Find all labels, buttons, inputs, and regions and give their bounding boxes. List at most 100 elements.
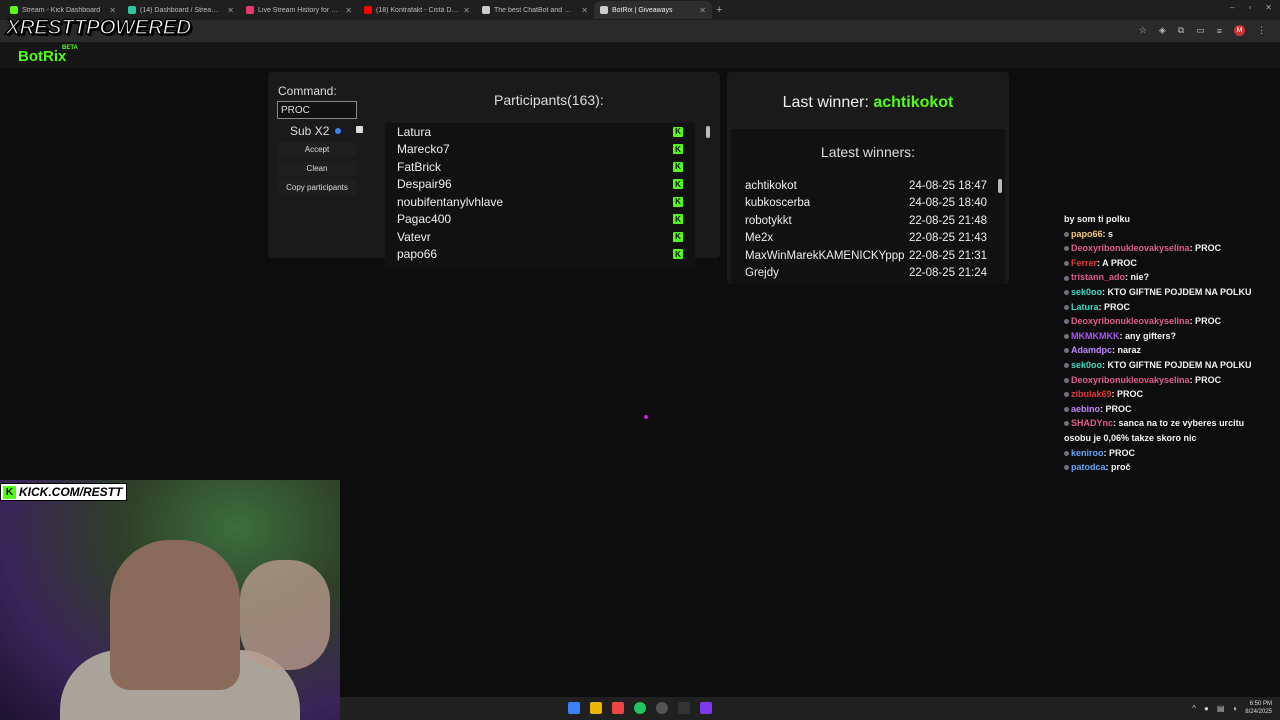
sidebar-icon[interactable]: ▭: [1196, 25, 1205, 36]
browser-tab-bar: Stream - Kick Dashboard ✕ (14) Dashboard /…: [0, 0, 1280, 20]
tab-close-icon[interactable]: ✕: [345, 6, 352, 15]
winner-name: kubkoscerba: [745, 197, 811, 210]
command-input[interactable]: [277, 101, 357, 119]
browser-tab[interactable]: BotRix | Giveaways ✕: [594, 1, 712, 19]
winner-date: 24-08-25 18:40: [908, 197, 987, 210]
tab-close-icon[interactable]: ✕: [463, 6, 470, 15]
profile-avatar[interactable]: M: [1234, 25, 1245, 36]
kick-platform-icon: K: [673, 214, 683, 225]
brave-browser-icon[interactable]: [612, 702, 624, 714]
info-icon[interactable]: [335, 128, 342, 134]
tab-close-icon[interactable]: ✕: [699, 6, 706, 15]
file-explorer-icon[interactable]: [590, 702, 602, 714]
chat-username: zibulak69: [1071, 389, 1112, 400]
chat-message: Latura: PROC: [1064, 300, 1278, 315]
streamer-head: [110, 540, 240, 690]
puzzle-icon[interactable]: ⧉: [1178, 25, 1184, 36]
winners-panel: Last winner: achtikokot Latest winners: …: [727, 72, 1009, 284]
winner-name: Grejdy: [745, 267, 779, 280]
chat-badge-icon: [1064, 319, 1069, 325]
chrome-icon[interactable]: [634, 702, 646, 714]
stream-watermark: XRESTTPOWERED: [5, 15, 192, 40]
chevron-up-icon[interactable]: ^: [1192, 704, 1196, 713]
participant-row[interactable]: Pagac400 K: [385, 211, 695, 229]
winners-scrollbar[interactable]: [998, 179, 1002, 193]
new-tab-button[interactable]: +: [716, 4, 722, 16]
mic-icon[interactable]: ●: [1204, 704, 1209, 713]
winner-row: robotykkt 22-08-25 21:48: [745, 212, 987, 230]
browser-tab[interactable]: (18) Kontrafakt - Čistá Duša pr ✕: [358, 1, 476, 19]
tab-close-icon[interactable]: ✕: [109, 6, 116, 15]
chat-badge-icon: [1064, 275, 1069, 281]
participants-title: Participants(163):: [494, 92, 604, 108]
extension-icon[interactable]: ◈: [1159, 25, 1166, 36]
winner-date: 22-08-25 21:43: [908, 232, 987, 245]
tab-close-icon[interactable]: ✕: [227, 6, 234, 15]
participants-scrollbar[interactable]: [706, 126, 710, 138]
winner-row: Me2x 22-08-25 21:43: [745, 230, 987, 248]
terminal-icon[interactable]: [678, 702, 690, 714]
participant-row[interactable]: papo66 K: [385, 246, 695, 264]
media-icon[interactable]: ≡: [1217, 26, 1222, 36]
network-icon[interactable]: ▤: [1217, 704, 1225, 713]
streamer-hand: [240, 560, 330, 670]
participant-name: Latura: [397, 124, 432, 139]
windows-start-icon[interactable]: [568, 702, 580, 714]
chat-message: keniroo: PROC: [1064, 446, 1278, 461]
menu-dots-icon[interactable]: ⋮: [1257, 25, 1266, 36]
participant-row[interactable]: Despair96 K: [385, 176, 695, 194]
chat-text: by som ti polku: [1064, 214, 1131, 224]
chat-message: SHADYnc: sanca na to ze vyberes urcitu: [1064, 416, 1278, 431]
kick-platform-icon: K: [673, 161, 683, 172]
volume-icon[interactable]: ◖: [1232, 704, 1237, 713]
kick-platform-icon: K: [673, 196, 683, 207]
tab-title: Stream - Kick Dashboard: [22, 6, 101, 14]
clean-button[interactable]: Clean: [278, 161, 356, 176]
latest-winners-title: Latest winners:: [820, 144, 916, 160]
bookmark-star-icon[interactable]: ☆: [1139, 25, 1147, 36]
sub-x2-checkbox[interactable]: [356, 126, 363, 133]
participant-row[interactable]: FatBrick K: [385, 158, 695, 176]
system-clock[interactable]: 6:50 PM 8/24/2025: [1245, 700, 1272, 716]
app-icon[interactable]: [700, 702, 712, 714]
participant-row[interactable]: noubifentanylvhlave K: [385, 193, 695, 211]
winner-name: Me2x: [745, 232, 774, 245]
botrix-logo[interactable]: BotRix: [18, 48, 66, 65]
accept-button[interactable]: Accept: [278, 142, 356, 157]
browser-tab[interactable]: Live Stream History for Blerp St✕: [240, 1, 358, 19]
participant-name: Marecko7: [397, 142, 450, 157]
tab-favicon-icon: [600, 6, 608, 14]
chat-text: : PROC: [1189, 374, 1222, 385]
close-window-button[interactable]: ✕: [1265, 3, 1272, 12]
chat-text: : PROC: [1189, 243, 1222, 254]
command-label: Command:: [278, 84, 337, 98]
chat-message: by som ti polku: [1064, 212, 1278, 227]
chat-text: : any gifters?: [1119, 330, 1177, 341]
window-controls: – ▫ ✕: [1230, 3, 1272, 12]
chat-message: zibulak69: PROC: [1064, 387, 1278, 402]
chat-badge-icon: [1064, 246, 1069, 252]
obs-icon[interactable]: [656, 702, 668, 714]
tab-title: The best ChatBot and Widgets: [494, 6, 577, 14]
chat-text: : s: [1102, 228, 1114, 239]
participant-row[interactable]: Latura K: [385, 123, 695, 141]
winner-row: achtikokot 24-08-25 18:47: [745, 177, 987, 195]
latest-winners-box[interactable]: Latest winners: achtikokot 24-08-25 18:47…: [731, 129, 1005, 284]
chat-message: tristann_ado: nie?: [1064, 270, 1278, 285]
participant-name: noubifentanylvhlave: [397, 194, 504, 209]
maximize-button[interactable]: ▫: [1248, 3, 1251, 12]
tab-close-icon[interactable]: ✕: [581, 6, 588, 15]
minimize-button[interactable]: –: [1230, 3, 1234, 12]
participant-row[interactable]: Marecko7 K: [385, 141, 695, 159]
address-bar-row: ☆ ◈ ⧉ ▭ ≡ M ⋮: [0, 20, 1280, 42]
chat-message: Ferrer: A PROC: [1064, 256, 1278, 271]
participants-list[interactable]: Latura K Marecko7 K FatBrick K Despair96 Knoubi…: [385, 123, 695, 268]
sub-x2-row: Sub X2: [290, 124, 342, 138]
chat-badge-icon: [1064, 450, 1069, 456]
participant-row[interactable]: Vatevr K: [385, 228, 695, 246]
chat-username: Ferrer: [1071, 257, 1098, 268]
browser-tab[interactable]: The best ChatBot and Widgets ✕: [476, 1, 594, 19]
winner-name: achtikokot: [745, 179, 797, 192]
participant-name: Despair96: [397, 177, 452, 192]
copy-participants-button[interactable]: Copy participants: [278, 180, 356, 195]
